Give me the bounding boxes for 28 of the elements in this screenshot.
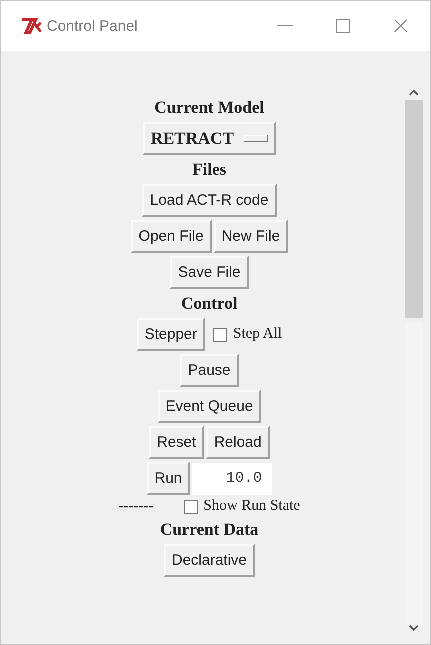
- button[interactable]: Event Queue: [158, 390, 262, 423]
- window-title: Control Panel: [47, 18, 139, 34]
- checkbox[interactable]: [184, 500, 198, 514]
- close-icon[interactable]: [394, 19, 408, 33]
- button[interactable]: Run: [146, 462, 190, 495]
- button[interactable]: New File: [214, 220, 288, 253]
- button[interactable]: Stepper: [136, 318, 206, 351]
- section-heading: Control: [181, 294, 238, 314]
- section-heading: Files: [192, 160, 226, 180]
- input-field[interactable]: 10.0: [192, 462, 272, 494]
- button[interactable]: Reset: [149, 426, 204, 459]
- button[interactable]: Reload: [206, 426, 270, 459]
- button[interactable]: Pause: [180, 354, 239, 387]
- minimize-icon[interactable]: [277, 25, 293, 27]
- button[interactable]: Declarative: [164, 544, 256, 577]
- section-heading: Current Data: [160, 520, 259, 540]
- scroll-up-icon[interactable]: [409, 89, 419, 96]
- button[interactable]: Load ACT-R code: [142, 184, 277, 217]
- button[interactable]: Save File: [170, 256, 249, 289]
- option-menu[interactable]: RETRACT: [142, 122, 276, 155]
- checkbox-label: Show Run State: [204, 498, 300, 515]
- checkbox[interactable]: [213, 328, 228, 342]
- scroll-down-icon[interactable]: [409, 625, 419, 632]
- button[interactable]: Open File: [130, 220, 212, 253]
- maximize-icon[interactable]: [336, 19, 350, 33]
- separator-text: -------: [118, 498, 154, 515]
- checkbox-label: Step All: [233, 326, 282, 343]
- section-heading: Current Model: [154, 98, 264, 118]
